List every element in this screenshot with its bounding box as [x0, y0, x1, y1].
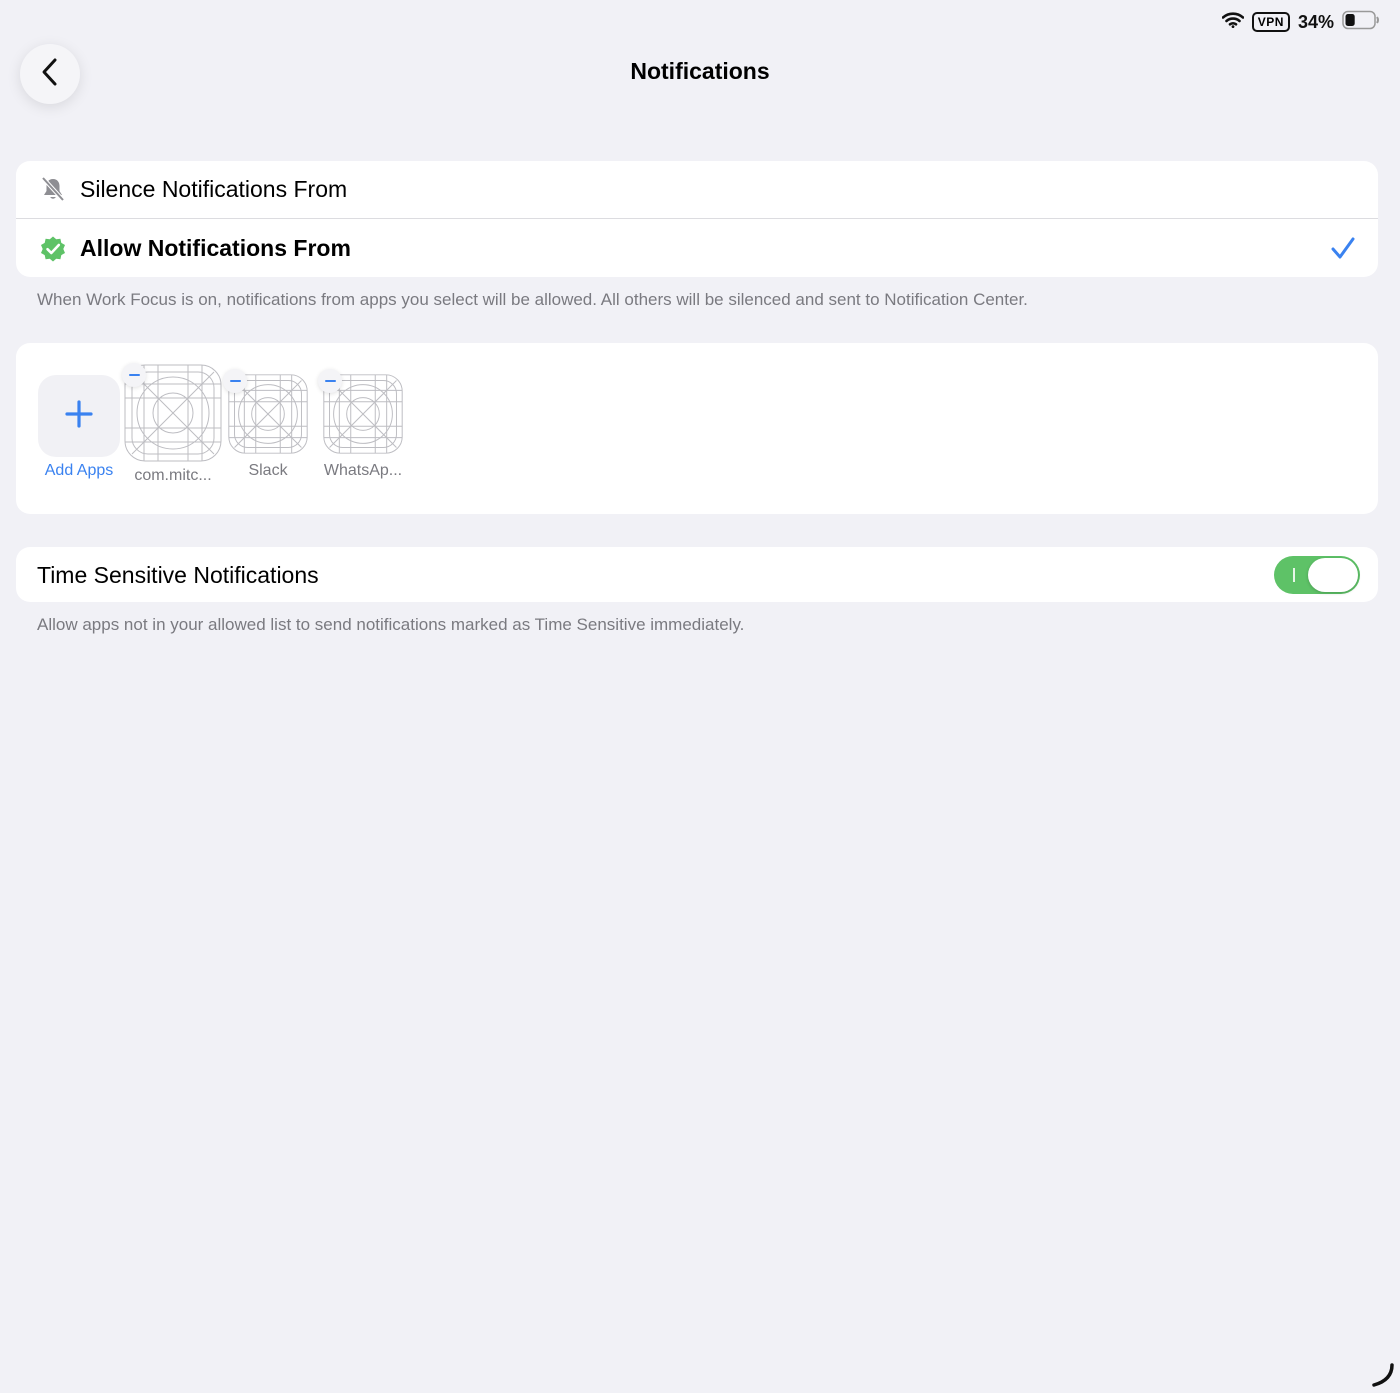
remove-app-button[interactable] [223, 369, 247, 393]
notification-mode-card: Silence Notifications From Allow Notific… [16, 161, 1378, 277]
bell-slash-icon [40, 176, 66, 207]
checkmark-icon [1330, 236, 1356, 265]
resize-handle-icon[interactable] [1370, 1362, 1396, 1393]
remove-app-button[interactable] [122, 363, 146, 387]
toggle-knob [1308, 558, 1358, 592]
silence-notifications-option[interactable]: Silence Notifications From [16, 161, 1378, 218]
page-title: Notifications [630, 58, 770, 84]
app-label: com.mitc... [134, 467, 212, 484]
battery-percent: 34% [1297, 11, 1334, 32]
time-sensitive-footnote: Allow apps not in your allowed list to s… [37, 615, 745, 634]
vpn-badge: VPN [1251, 12, 1290, 32]
app-label: WhatsAp... [323, 462, 403, 479]
toggle-on-indicator [1293, 568, 1295, 582]
time-sensitive-label: Time Sensitive Notifications [37, 562, 319, 588]
silence-notifications-label: Silence Notifications From [80, 176, 348, 202]
time-sensitive-card: Time Sensitive Notifications [16, 547, 1378, 602]
add-apps-label[interactable]: Add Apps [38, 462, 120, 480]
allow-notifications-label: Allow Notifications From [80, 235, 351, 261]
allowed-apps-card: Add Apps com.mitc... Slack WhatsAp... [16, 343, 1378, 514]
mode-footnote: When Work Focus is on, notifications fro… [37, 290, 1028, 309]
checkmark-seal-icon [39, 235, 67, 268]
allow-notifications-option[interactable]: Allow Notifications From [16, 219, 1378, 277]
time-sensitive-toggle[interactable] [1274, 556, 1360, 594]
plus-icon [64, 399, 94, 434]
status-bar: VPN 34% [1221, 8, 1380, 36]
remove-app-button[interactable] [318, 369, 342, 393]
wifi-icon [1221, 11, 1245, 33]
app-label: Slack [248, 462, 288, 479]
battery-icon [1342, 10, 1380, 35]
add-apps-button[interactable] [38, 375, 120, 457]
